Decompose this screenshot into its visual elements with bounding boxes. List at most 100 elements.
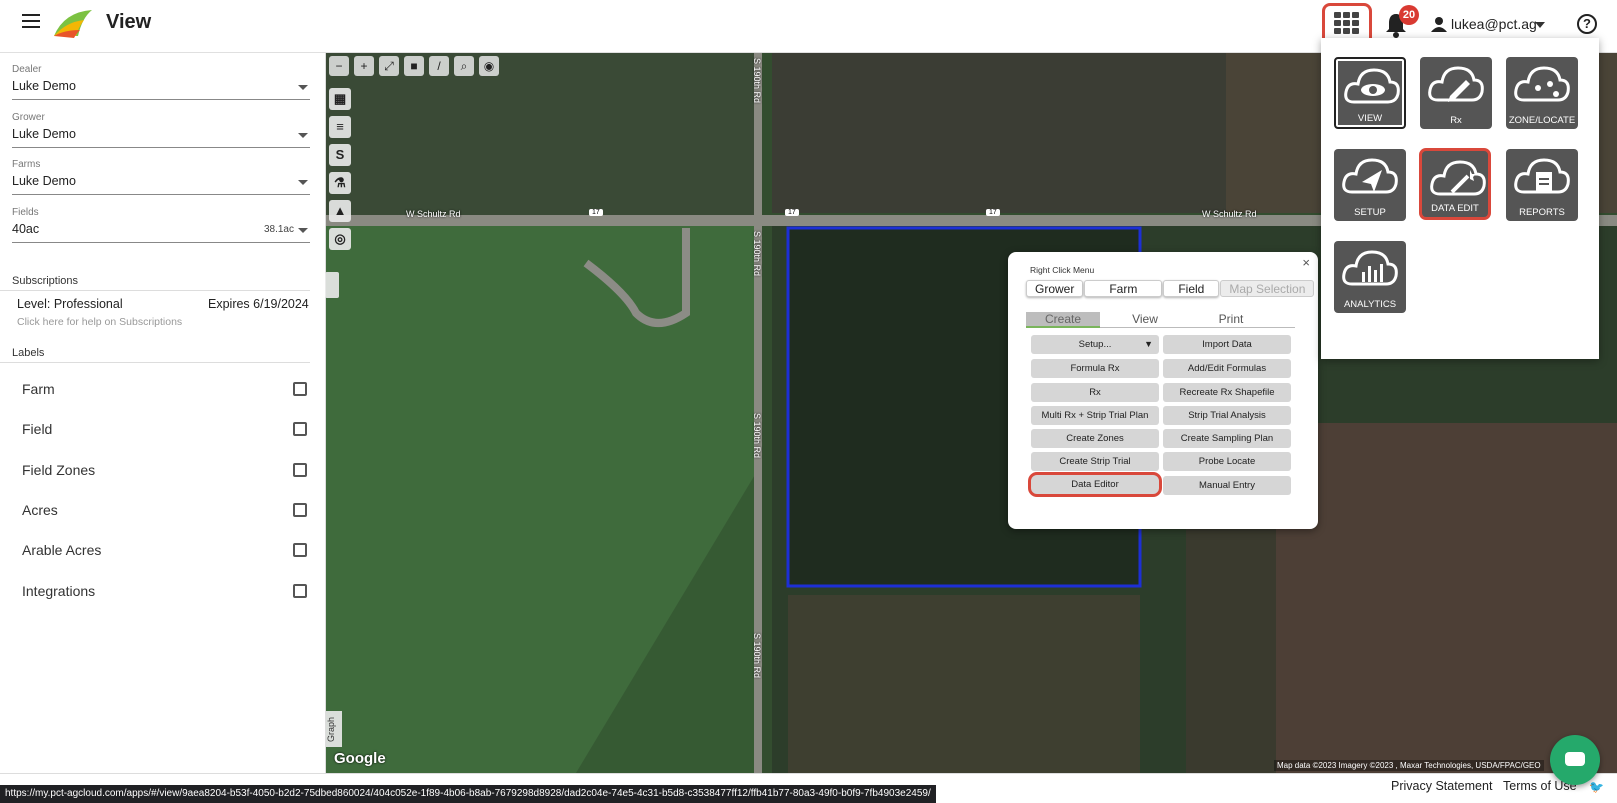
tab-view[interactable]: View <box>1108 312 1182 328</box>
label-integrations[interactable]: Integrations <box>22 581 307 603</box>
chat-button[interactable] <box>1550 735 1600 785</box>
app-tile-zone-locate[interactable]: ZONE/LOCATE <box>1506 57 1578 129</box>
chat-icon <box>1565 752 1585 766</box>
setup-dropdown[interactable]: Setup... ▼ <box>1031 335 1159 354</box>
checkbox[interactable] <box>293 422 307 436</box>
chevron-down-icon[interactable] <box>1535 22 1545 28</box>
grower-label: Grower <box>12 112 45 123</box>
search-icon[interactable]: ⌕ <box>454 56 474 76</box>
checkbox[interactable] <box>293 382 307 396</box>
grower-select[interactable]: Grower Luke Demo <box>12 112 310 148</box>
create-zones-button[interactable]: Create Zones <box>1031 429 1159 448</box>
google-logo: Google <box>334 750 386 767</box>
bar-chart-icon <box>1342 250 1398 286</box>
help-icon[interactable]: ? <box>1577 14 1597 34</box>
checkbox[interactable] <box>293 463 307 477</box>
map-layers-icon[interactable]: ▦ <box>329 88 351 110</box>
label-arable-acres[interactable]: Arable Acres <box>22 540 307 562</box>
road-label: S 190th Rd <box>752 633 762 679</box>
stack-icon[interactable]: ≡ <box>329 116 351 138</box>
subscription-help-link[interactable]: Click here for help on Subscriptions <box>17 316 182 328</box>
s-icon[interactable]: S <box>329 144 351 166</box>
caret-down-icon <box>298 180 308 185</box>
tab-grower[interactable]: Grower <box>1026 280 1084 297</box>
road-label: W Schultz Rd <box>406 209 461 219</box>
farms-select[interactable]: Farms Luke Demo <box>12 159 310 195</box>
probe-icon[interactable]: ▲ <box>329 200 351 222</box>
privacy-link[interactable]: Privacy Statement <box>1391 779 1492 793</box>
multi-rx-strip-trial-button[interactable]: Multi Rx + Strip Trial Plan <box>1031 406 1159 425</box>
magic-wand-icon <box>1430 160 1486 196</box>
drag-handle[interactable] <box>325 272 339 298</box>
fields-value: 40ac <box>12 222 40 236</box>
notification-badge: 20 <box>1399 5 1419 25</box>
label-field[interactable]: Field <box>22 419 307 441</box>
dealer-value: Luke Demo <box>12 79 76 93</box>
caret-down-icon <box>298 133 308 138</box>
target-icon[interactable]: ◎ <box>329 228 351 250</box>
app-tile-setup[interactable]: SETUP <box>1334 149 1406 221</box>
right-click-menu: × Right Click Menu Grower Farm Field Map Se… <box>1008 252 1318 529</box>
probe-locate-button[interactable]: Probe Locate <box>1163 452 1291 471</box>
label-acres[interactable]: Acres <box>22 500 307 522</box>
create-strip-trial-button[interactable]: Create Strip Trial <box>1031 452 1159 471</box>
formula-rx-button[interactable]: Formula Rx <box>1031 359 1159 378</box>
recreate-rx-shapefile-button[interactable]: Recreate Rx Shapefile <box>1163 383 1291 402</box>
eye-icon <box>1344 68 1400 104</box>
action-tabs: Create View Print <box>1026 312 1295 328</box>
road-label: S 190th Rd <box>752 58 762 104</box>
fields-select[interactable]: Fields 40ac 38.1ac <box>12 207 310 243</box>
menu-icon[interactable] <box>22 14 40 28</box>
user-menu[interactable]: lukea@pct.ag <box>1451 16 1537 32</box>
briefcase-icon[interactable]: ■ <box>404 56 424 76</box>
ruler-icon[interactable]: / <box>429 56 449 76</box>
highway-shield: 17 <box>785 209 799 216</box>
pencil-icon <box>1428 66 1484 102</box>
camera-icon[interactable]: ◉ <box>479 56 499 76</box>
tab-farm[interactable]: Farm <box>1084 280 1163 297</box>
dealer-select[interactable]: Dealer Luke Demo <box>12 64 310 100</box>
farms-label: Farms <box>12 159 41 170</box>
zone-icon <box>1514 66 1570 102</box>
highway-shield: 17 <box>986 209 1000 216</box>
tab-print[interactable]: Print <box>1194 312 1268 328</box>
field-acres: 38.1ac <box>263 224 294 235</box>
context-tabs: Grower Farm Field Map Selection <box>1026 280 1315 298</box>
grower-value: Luke Demo <box>12 127 76 141</box>
graph-tab[interactable]: Graph <box>326 711 342 747</box>
dealer-label: Dealer <box>12 64 42 75</box>
app-tile-analytics[interactable]: ANALYTICS <box>1334 241 1406 313</box>
twitter-icon[interactable]: 🐦 <box>1589 780 1604 794</box>
add-edit-formulas-button[interactable]: Add/Edit Formulas <box>1163 359 1291 378</box>
strip-trial-analysis-button[interactable]: Strip Trial Analysis <box>1163 406 1291 425</box>
close-icon[interactable]: × <box>1302 255 1310 270</box>
checkbox[interactable] <box>293 584 307 598</box>
subscription-expires: Expires 6/19/2024 <box>208 297 309 311</box>
checkbox[interactable] <box>293 543 307 557</box>
label-field-zones[interactable]: Field Zones <box>22 460 307 482</box>
tab-map-selection: Map Selection <box>1220 280 1315 297</box>
label-farm[interactable]: Farm <box>22 379 307 401</box>
app-tile-rx[interactable]: Rx <box>1420 57 1492 129</box>
app-tile-data-edit[interactable]: DATA EDIT <box>1419 148 1491 220</box>
create-sampling-plan-button[interactable]: Create Sampling Plan <box>1163 429 1291 448</box>
tab-create[interactable]: Create <box>1026 312 1100 328</box>
import-data-button[interactable]: Import Data <box>1163 335 1291 354</box>
data-editor-button[interactable]: Data Editor <box>1028 472 1162 497</box>
app-tile-reports[interactable]: REPORTS <box>1506 149 1578 221</box>
menu-title: Right Click Menu <box>1030 265 1095 275</box>
fields-label: Fields <box>12 207 39 218</box>
logo <box>54 10 92 38</box>
zoom-out-icon[interactable]: − <box>329 56 349 76</box>
app-tile-view[interactable]: VIEW <box>1334 57 1406 129</box>
rx-button[interactable]: Rx <box>1031 383 1159 402</box>
caret-down-icon: ▼ <box>1144 339 1153 349</box>
caret-down-icon <box>298 228 308 233</box>
flask-icon[interactable]: ⚗ <box>329 172 351 194</box>
fit-extent-icon[interactable]: ⤢ <box>379 56 399 76</box>
map-side-toolbar: ▦ ≡ S ⚗ ▲ ◎ <box>329 88 351 256</box>
manual-entry-button[interactable]: Manual Entry <box>1163 476 1291 495</box>
checkbox[interactable] <box>293 503 307 517</box>
zoom-in-icon[interactable]: + <box>354 56 374 76</box>
tab-field[interactable]: Field <box>1163 280 1220 297</box>
